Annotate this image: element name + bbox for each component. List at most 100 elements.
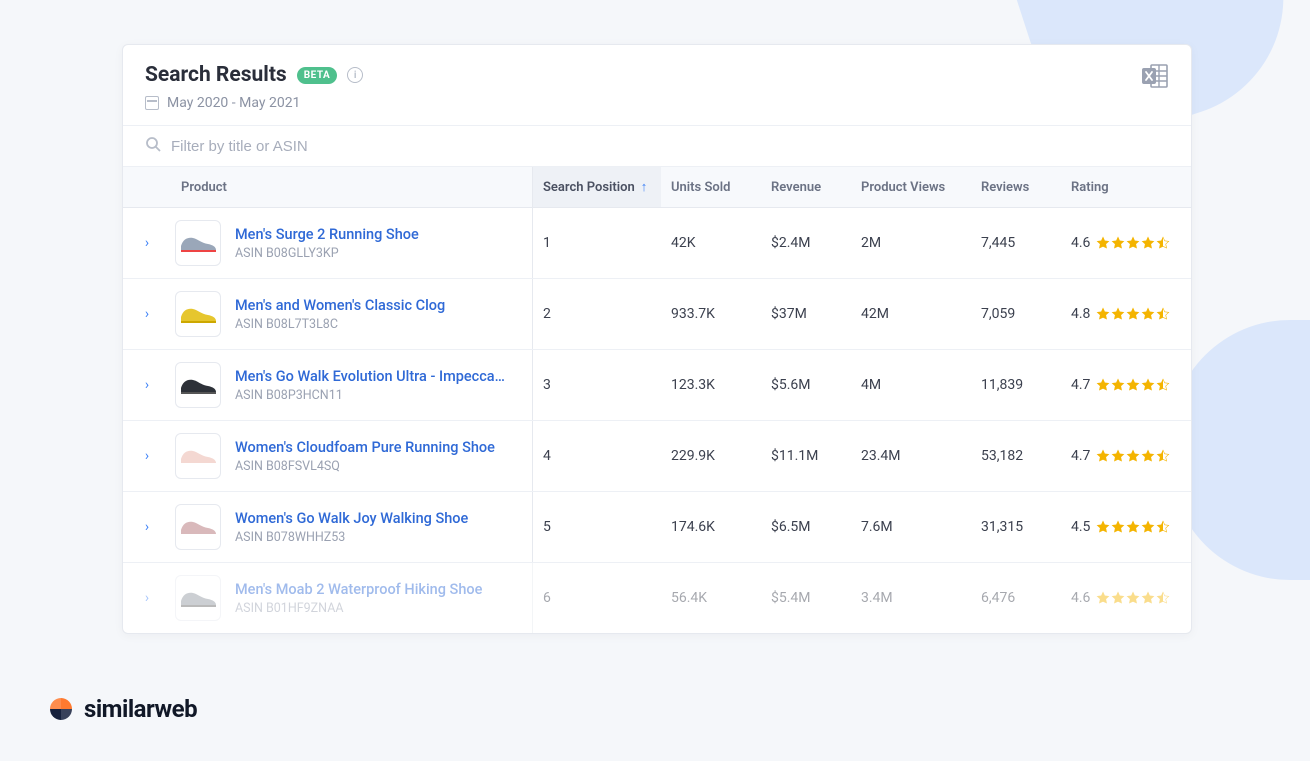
cell-product-views: 42M [851, 279, 971, 349]
table-row: › Men's Moab 2 Waterproof Hiking Shoe ASIN… [123, 563, 1191, 633]
cell-rating: 4.8 [1061, 279, 1191, 349]
table-row: › Men's and Women's Classic ClogASIN B08L… [123, 279, 1191, 350]
rating-value: 4.5 [1071, 519, 1090, 535]
rating-value: 4.8 [1071, 306, 1090, 322]
results-table: Product Search Position ↑ Units Sold Rev… [123, 167, 1191, 633]
rating-stars [1096, 520, 1170, 534]
table-row: › Men's Go Walk Evolution Ultra - Impecca… [123, 350, 1191, 421]
rating-stars [1096, 449, 1170, 463]
expand-chevron-icon[interactable]: › [145, 235, 149, 251]
cell-reviews: 31,315 [971, 492, 1061, 562]
brand-name: similarweb [84, 695, 197, 723]
expand-chevron-icon[interactable]: › [145, 590, 149, 606]
product-asin: ASIN B08P3HCN11 [235, 388, 505, 403]
calendar-icon [145, 96, 159, 110]
column-search-position[interactable]: Search Position ↑ [533, 167, 661, 207]
cell-reviews: 7,445 [971, 208, 1061, 278]
product-asin: ASIN B08FSVL4SQ [235, 459, 495, 474]
cell-search-position: 2 [533, 279, 661, 349]
date-range[interactable]: May 2020 - May 2021 [145, 95, 363, 111]
cell-revenue: $2.4M [761, 208, 851, 278]
cell-search-position: 5 [533, 492, 661, 562]
product-thumbnail[interactable] [175, 220, 221, 266]
expand-chevron-icon[interactable]: › [145, 377, 149, 393]
cell-reviews: 6,476 [971, 563, 1061, 633]
cell-reviews: 7,059 [971, 279, 1061, 349]
cell-rating: 4.7 [1061, 350, 1191, 420]
rating-value: 4.6 [1071, 235, 1090, 251]
cell-revenue: $5.6M [761, 350, 851, 420]
column-product-views[interactable]: Product Views [851, 167, 971, 207]
cell-rating: 4.6 [1061, 563, 1191, 633]
product-cell: Men's Go Walk Evolution Ultra - Impecca…… [171, 350, 533, 420]
column-units-sold[interactable]: Units Sold [661, 167, 761, 207]
product-asin: ASIN B01HF9ZNAA [235, 601, 482, 616]
cell-rating: 4.7 [1061, 421, 1191, 491]
product-thumbnail[interactable] [175, 433, 221, 479]
product-cell: Men's and Women's Classic ClogASIN B08L7… [171, 279, 533, 349]
product-cell: Women's Cloudfoam Pure Running Shoe ASIN … [171, 421, 533, 491]
cell-rating: 4.6 [1061, 208, 1191, 278]
cell-search-position: 4 [533, 421, 661, 491]
filter-input[interactable] [171, 138, 1169, 155]
cell-search-position: 3 [533, 350, 661, 420]
product-title-link[interactable]: Men's Go Walk Evolution Ultra - Impecca… [235, 368, 505, 385]
cell-revenue: $11.1M [761, 421, 851, 491]
cell-product-views: 2M [851, 208, 971, 278]
cell-units-sold: 42K [661, 208, 761, 278]
rating-stars [1096, 591, 1170, 605]
column-reviews[interactable]: Reviews [971, 167, 1061, 207]
filter-bar [123, 125, 1191, 167]
cell-rating: 4.5 [1061, 492, 1191, 562]
product-thumbnail[interactable] [175, 504, 221, 550]
cell-units-sold: 174.6K [661, 492, 761, 562]
panel-header: Search Results BETA i May 2020 - May 202… [123, 45, 1191, 125]
date-range-label: May 2020 - May 2021 [167, 95, 300, 111]
cell-product-views: 4M [851, 350, 971, 420]
column-revenue[interactable]: Revenue [761, 167, 851, 207]
column-product[interactable]: Product [171, 167, 533, 207]
product-title-link[interactable]: Men's and Women's Classic Clog [235, 297, 445, 314]
table-row: › Women's Go Walk Joy Walking Shoe ASIN B0… [123, 492, 1191, 563]
rating-value: 4.7 [1071, 448, 1090, 464]
excel-export-icon[interactable] [1141, 63, 1169, 89]
rating-stars [1096, 236, 1170, 250]
expand-chevron-icon[interactable]: › [145, 448, 149, 464]
rating-stars [1096, 307, 1170, 321]
product-thumbnail[interactable] [175, 291, 221, 337]
rating-value: 4.7 [1071, 377, 1090, 393]
cell-search-position: 1 [533, 208, 661, 278]
product-cell: Men's Moab 2 Waterproof Hiking Shoe ASIN … [171, 563, 533, 633]
similarweb-logo-icon [48, 696, 74, 722]
cell-units-sold: 56.4K [661, 563, 761, 633]
info-icon[interactable]: i [347, 67, 363, 83]
product-title-link[interactable]: Women's Cloudfoam Pure Running Shoe [235, 439, 495, 456]
product-title-link[interactable]: Men's Surge 2 Running Shoe [235, 226, 419, 243]
search-icon [145, 136, 161, 156]
sort-ascending-icon: ↑ [641, 179, 648, 195]
product-cell: Women's Go Walk Joy Walking Shoe ASIN B07… [171, 492, 533, 562]
cell-product-views: 23.4M [851, 421, 971, 491]
column-rating[interactable]: Rating [1061, 167, 1191, 207]
cell-search-position: 6 [533, 563, 661, 633]
cell-revenue: $5.4M [761, 563, 851, 633]
cell-units-sold: 229.9K [661, 421, 761, 491]
product-thumbnail[interactable] [175, 362, 221, 408]
cell-revenue: $37M [761, 279, 851, 349]
product-asin: ASIN B08GLLY3KP [235, 246, 419, 261]
rating-value: 4.6 [1071, 590, 1090, 606]
cell-revenue: $6.5M [761, 492, 851, 562]
table-header-row: Product Search Position ↑ Units Sold Rev… [123, 167, 1191, 208]
expand-chevron-icon[interactable]: › [145, 306, 149, 322]
product-cell: Men's Surge 2 Running Shoe ASIN B08GLLY3K… [171, 208, 533, 278]
product-title-link[interactable]: Men's Moab 2 Waterproof Hiking Shoe [235, 581, 482, 598]
expand-chevron-icon[interactable]: › [145, 519, 149, 535]
product-thumbnail[interactable] [175, 575, 221, 621]
cell-product-views: 3.4M [851, 563, 971, 633]
table-row: › Men's Surge 2 Running Shoe ASIN B08GLLY3… [123, 208, 1191, 279]
rating-stars [1096, 378, 1170, 392]
product-asin: ASIN B078WHHZ53 [235, 530, 468, 545]
page-title: Search Results [145, 63, 287, 87]
product-title-link[interactable]: Women's Go Walk Joy Walking Shoe [235, 510, 468, 527]
cell-units-sold: 933.7K [661, 279, 761, 349]
